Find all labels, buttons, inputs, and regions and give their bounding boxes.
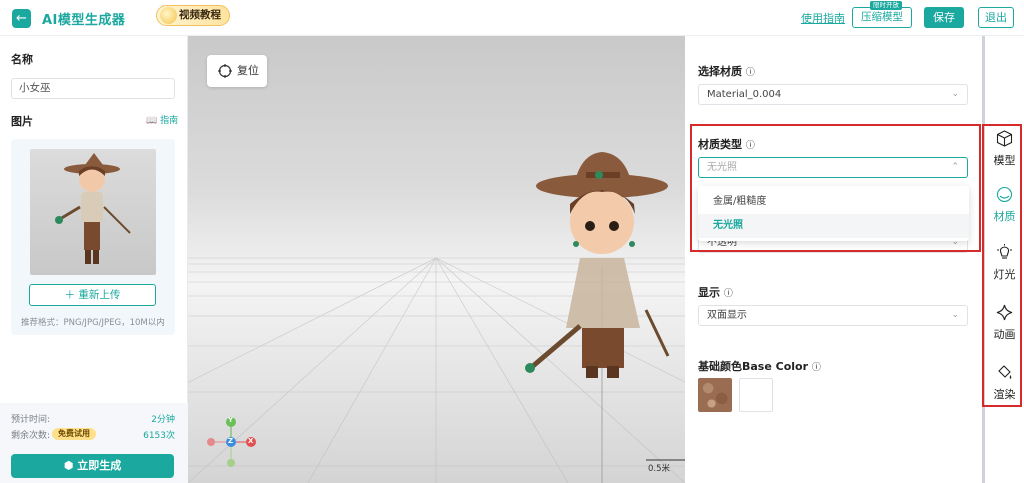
material-select-value: Material_0.004 xyxy=(707,89,782,100)
tool-material[interactable]: 材质 xyxy=(985,184,1024,230)
chevron-down-icon: ⌄ xyxy=(951,310,959,320)
chevron-up-icon: ⌃ xyxy=(951,162,959,172)
axis-z-label: Z xyxy=(228,437,234,445)
save-button[interactable]: 保存 xyxy=(924,7,964,28)
uploaded-image-preview xyxy=(30,149,156,275)
dropdown-option-unlit[interactable]: 无光照 xyxy=(698,214,969,238)
tool-model[interactable]: 模型 xyxy=(985,128,1024,174)
image-guide-label: 指南 xyxy=(160,116,179,126)
base-color-label: 基础颜色Base Color ⓘ xyxy=(698,358,821,374)
base-color-swatch[interactable] xyxy=(739,378,773,412)
base-color-texture-swatch[interactable] xyxy=(698,378,732,412)
paint-bucket-icon xyxy=(998,365,1012,379)
name-input[interactable]: 小女巫 xyxy=(11,78,175,99)
name-label: 名称 xyxy=(11,53,33,66)
app-title: AI模型生成器 xyxy=(42,13,126,28)
reset-view-button[interactable]: 复位 xyxy=(207,55,267,87)
compress-model-button[interactable]: 压缩模型 xyxy=(852,7,912,28)
back-button[interactable]: ← xyxy=(12,9,31,28)
tool-animation[interactable]: 动画 xyxy=(985,302,1024,348)
display-select[interactable]: 双面显示 ⌄ xyxy=(698,305,968,326)
scale-label: 0.5米 xyxy=(648,464,671,474)
display-label: 显示 ⓘ xyxy=(698,284,733,300)
plus-icon: ＋ xyxy=(64,289,76,301)
compress-model-label: 压缩模型 xyxy=(861,11,903,23)
dropdown-option-metal-roughness[interactable]: 金属/粗糙度 xyxy=(698,190,969,214)
axis-y-label: Y xyxy=(228,416,234,424)
book-icon: 📖 xyxy=(146,116,158,126)
lightbulb-icon xyxy=(160,7,177,24)
3d-viewport[interactable]: Y Z X 复位 0.5米 xyxy=(188,36,685,483)
free-trial-tag: 免费试用 xyxy=(52,428,96,440)
exit-button[interactable]: 退出 xyxy=(978,7,1014,28)
tool-light-label: 灯光 xyxy=(993,268,1016,281)
base-color-text: 基础颜色Base Color xyxy=(698,360,809,373)
remaining-label: 剩余次数: xyxy=(11,431,51,441)
tool-material-label: 材质 xyxy=(993,210,1016,223)
material-type-select-value: 无光照 xyxy=(707,162,737,173)
select-material-label: 选择材质 ⓘ xyxy=(698,63,755,79)
help-icon[interactable]: ⓘ xyxy=(724,289,733,299)
help-icon[interactable]: ⓘ xyxy=(746,68,755,78)
tool-light[interactable]: 灯光 xyxy=(985,242,1024,288)
sparkle-icon xyxy=(996,304,1013,321)
display-select-value: 双面显示 xyxy=(707,310,747,321)
material-type-label: 材质类型 ⓘ xyxy=(698,136,755,152)
tool-render-label: 渲染 xyxy=(993,388,1016,401)
select-material-text: 选择材质 xyxy=(698,65,742,78)
right-toolbar: 模型 材质 灯光 动画 渲染 xyxy=(985,36,1024,483)
est-time-label: 预计时间: xyxy=(11,415,51,425)
material-type-dropdown: 金属/粗糙度 无光照 xyxy=(698,186,969,241)
crosshair-icon xyxy=(218,64,232,78)
witch-model xyxy=(525,152,670,378)
tool-animation-label: 动画 xyxy=(993,328,1016,341)
format-hint: 推荐格式：PNG/JPG/JPEG，10M以内 xyxy=(21,318,165,328)
display-text: 显示 xyxy=(698,286,720,299)
reupload-button[interactable]: ＋ 重新上传 xyxy=(29,284,156,306)
video-tutorial-button[interactable]: 视频教程 xyxy=(156,5,230,26)
material-type-select[interactable]: 无光照 ⌃ xyxy=(698,157,968,178)
shield-icon: ⬢ xyxy=(63,459,74,472)
back-arrow-icon: ← xyxy=(16,11,27,26)
viewport-scene xyxy=(188,152,685,483)
properties-panel: 选择材质 ⓘ Material_0.004 ⌄ 材质类型 ⓘ 无光照 ⌃ 不透明… xyxy=(685,36,982,483)
left-panel: 名称 小女巫 图片 📖 指南 ＋ 重新上传 推荐格式：PNG/JPG/JPEG，… xyxy=(0,36,188,483)
material-type-text: 材质类型 xyxy=(698,138,742,151)
generate-area: 预计时间: 2分钟 剩余次数: 免费试用 6153次 ⬢ 立即生成 xyxy=(0,403,188,483)
witch-thumbnail-image xyxy=(55,153,131,264)
help-icon[interactable]: ⓘ xyxy=(746,141,755,151)
reupload-label: 重新上传 xyxy=(78,289,121,301)
image-guide-link[interactable]: 📖 指南 xyxy=(146,113,178,126)
reset-view-label: 复位 xyxy=(237,64,259,77)
user-guide-link[interactable]: 使用指南 xyxy=(801,10,845,26)
chevron-down-icon: ⌄ xyxy=(951,89,959,99)
remaining-value: 6153次 xyxy=(143,431,175,441)
material-select[interactable]: Material_0.004 ⌄ xyxy=(698,84,968,105)
cube-icon xyxy=(996,130,1013,147)
upload-area: ＋ 重新上传 推荐格式：PNG/JPG/JPEG，10M以内 xyxy=(11,139,175,335)
help-icon[interactable]: ⓘ xyxy=(812,363,821,373)
axis-x-label: X xyxy=(248,437,254,445)
tool-render[interactable]: 渲染 xyxy=(985,362,1024,408)
generate-now-label: 立即生成 xyxy=(77,459,122,472)
generate-now-button[interactable]: ⬢ 立即生成 xyxy=(11,454,174,478)
top-bar: ← AI模型生成器 视频教程 使用指南 压缩模型 限时开放 保存 退出 xyxy=(0,0,1024,36)
bulb-icon xyxy=(997,244,1012,259)
image-label: 图片 xyxy=(11,115,33,128)
tool-model-label: 模型 xyxy=(993,154,1016,167)
est-time-value: 2分钟 xyxy=(151,415,175,425)
material-icon xyxy=(996,186,1013,203)
limited-time-tag: 限时开放 xyxy=(870,1,902,10)
video-tutorial-label: 视频教程 xyxy=(179,9,221,21)
